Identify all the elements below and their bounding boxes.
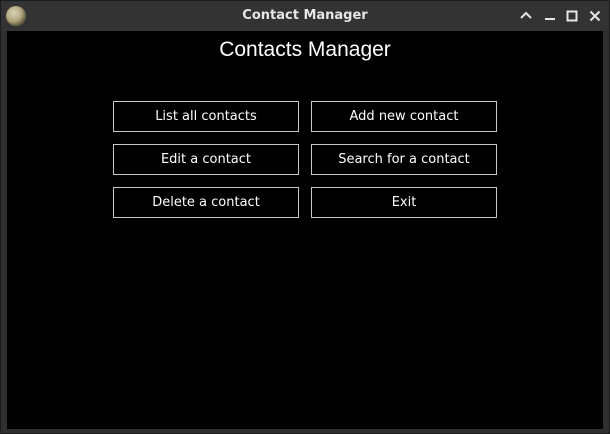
- exit-button[interactable]: Exit: [311, 187, 497, 218]
- app-window: Contact Manager Contacts Manager List al…: [0, 0, 610, 434]
- maximize-icon[interactable]: [564, 7, 580, 25]
- edit-contact-button[interactable]: Edit a contact: [113, 144, 299, 175]
- delete-contact-button[interactable]: Delete a contact: [113, 187, 299, 218]
- chevron-up-icon[interactable]: [518, 7, 534, 25]
- title-bar[interactable]: Contact Manager: [1, 1, 609, 31]
- main-panel: Contacts Manager List all contacts Add n…: [7, 31, 603, 429]
- add-new-contact-button[interactable]: Add new contact: [311, 101, 497, 132]
- minimize-icon[interactable]: [542, 7, 558, 25]
- list-all-contacts-button[interactable]: List all contacts: [113, 101, 299, 132]
- page-title: Contacts Manager: [219, 38, 391, 61]
- search-contact-button[interactable]: Search for a contact: [311, 144, 497, 175]
- close-icon[interactable]: [587, 7, 603, 25]
